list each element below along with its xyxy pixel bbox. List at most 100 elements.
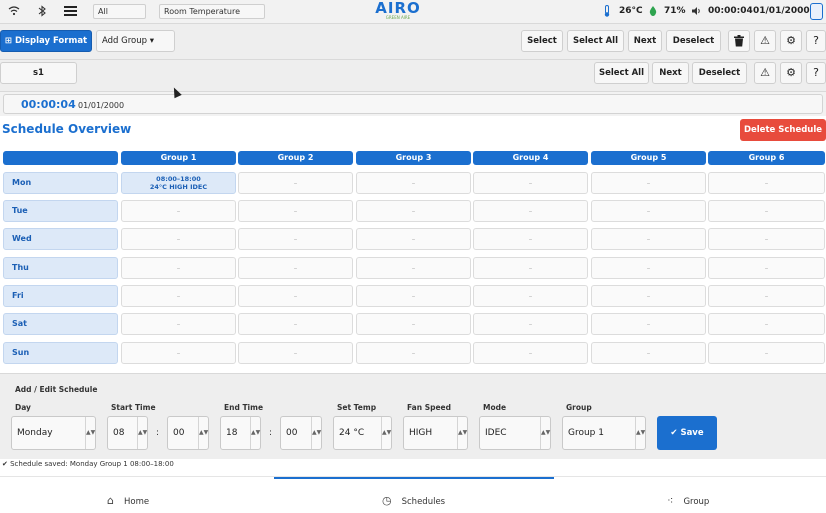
schedule-slot[interactable]: –: [473, 342, 588, 364]
end-time-label: End Time: [224, 403, 264, 412]
group-column-header: Group 3: [356, 151, 471, 165]
day-row-label: Mon: [3, 172, 118, 194]
schedule-slot[interactable]: –: [591, 313, 706, 335]
menu-icon[interactable]: [64, 5, 77, 19]
schedule-slot[interactable]: –: [356, 257, 471, 279]
schedule-slot[interactable]: –: [708, 342, 825, 364]
fan-speed-label: Fan Speed: [407, 403, 452, 412]
schedule-slot[interactable]: –: [238, 172, 353, 194]
grid-icon: ⊞: [4, 36, 15, 46]
schedule-slot[interactable]: –: [473, 200, 588, 222]
schedule-slot[interactable]: –: [121, 313, 236, 335]
schedule-slot[interactable]: –: [708, 313, 825, 335]
schedule-slot[interactable]: –: [238, 313, 353, 335]
deselect-button[interactable]: Deselect: [666, 30, 721, 52]
schedule-slot[interactable]: –: [121, 228, 236, 250]
mode-select[interactable]: IDEC ▲▼: [479, 416, 551, 450]
status-message: ✔ Schedule saved: Monday Group 1 08:00–1…: [2, 460, 174, 468]
trash-icon[interactable]: [728, 30, 750, 52]
end-minute-select[interactable]: 00 ▲▼: [280, 416, 322, 450]
sensor-select[interactable]: Room Temperature: [159, 4, 265, 19]
schedule-slot[interactable]: –: [708, 228, 825, 250]
schedule-slot[interactable]: –: [708, 200, 825, 222]
gear-icon-2[interactable]: ⚙: [780, 62, 802, 84]
schedule-slot[interactable]: –: [591, 342, 706, 364]
slot-detail: 24°C HIGH IDEC: [149, 183, 208, 191]
schedule-slot[interactable]: –: [356, 342, 471, 364]
start-minute-select[interactable]: 00 ▲▼: [167, 416, 209, 450]
schedule-slot[interactable]: –: [591, 285, 706, 307]
select-all-button-2[interactable]: Select All: [594, 62, 649, 84]
schedule-slot[interactable]: –: [473, 257, 588, 279]
fan-speed-select[interactable]: HIGH ▲▼: [403, 416, 468, 450]
schedule-slot[interactable]: –: [121, 285, 236, 307]
end-hour-select[interactable]: 18 ▲▼: [220, 416, 261, 450]
schedule-slot[interactable]: –: [356, 313, 471, 335]
display-format-button[interactable]: ⊞ Display Format: [0, 30, 92, 52]
schedule-slot[interactable]: –: [708, 257, 825, 279]
schedule-slot[interactable]: –: [121, 342, 236, 364]
schedule-slot[interactable]: –: [356, 200, 471, 222]
schedule-slot[interactable]: –: [356, 228, 471, 250]
clock-display: 00:00:04 01/01/2000: [3, 94, 823, 114]
clock-time: 00:00:04: [708, 6, 753, 16]
schedule-slot[interactable]: –: [356, 172, 471, 194]
schedule-slot[interactable]: –: [356, 285, 471, 307]
next-button-2[interactable]: Next: [652, 62, 689, 84]
wifi-icon[interactable]: [8, 5, 20, 19]
day-select[interactable]: Monday ▲▼: [11, 416, 96, 450]
nav-schedules[interactable]: ◷ Schedules: [382, 477, 445, 513]
volume-icon[interactable]: [692, 6, 702, 18]
add-group-dropdown[interactable]: Add Group ▾: [96, 30, 175, 52]
tab-s1[interactable]: s1: [0, 62, 77, 84]
schedule-slot[interactable]: –: [121, 257, 236, 279]
bottom-nav: ⌂ Home ◷ Schedules ⁖ Group: [0, 476, 826, 513]
schedule-slot[interactable]: –: [121, 200, 236, 222]
nav-home[interactable]: ⌂ Home: [107, 477, 149, 513]
delete-schedule-button[interactable]: Delete Schedule: [740, 119, 826, 141]
clock-icon: ◷: [382, 494, 392, 507]
schedule-slot[interactable]: –: [708, 172, 825, 194]
help-button[interactable]: ?: [806, 30, 826, 52]
schedule-slot[interactable]: 08:00–18:00 24°C HIGH IDEC: [121, 172, 236, 194]
schedule-slot[interactable]: –: [591, 257, 706, 279]
day-row-label: Sun: [3, 342, 118, 364]
chevron-down-icon: ▲▼: [198, 417, 208, 449]
schedule-slot[interactable]: –: [473, 228, 588, 250]
schedule-slot[interactable]: –: [473, 285, 588, 307]
schedule-slot[interactable]: –: [238, 228, 353, 250]
schedule-slot[interactable]: –: [708, 285, 825, 307]
schedule-slot[interactable]: –: [591, 172, 706, 194]
chevron-down-icon: ▲▼: [250, 417, 260, 449]
set-temp-select[interactable]: 24 °C ▲▼: [333, 416, 392, 450]
next-button[interactable]: Next: [628, 30, 662, 52]
schedule-slot[interactable]: –: [473, 313, 588, 335]
help-button-2[interactable]: ?: [806, 62, 826, 84]
start-hour-select[interactable]: 08 ▲▼: [107, 416, 148, 450]
select-button[interactable]: Select: [521, 30, 563, 52]
save-button[interactable]: ✔ Save: [657, 416, 717, 450]
bluetooth-icon[interactable]: [37, 5, 47, 19]
schedule-slot[interactable]: –: [473, 172, 588, 194]
schedule-slot[interactable]: –: [591, 228, 706, 250]
schedule-slot[interactable]: –: [238, 342, 353, 364]
nav-group[interactable]: ⁖ Group: [667, 477, 709, 513]
chevron-down-icon: ▲▼: [381, 417, 391, 449]
editor-title: Add / Edit Schedule: [15, 385, 98, 394]
day-row-label: Sat: [3, 313, 118, 335]
schedule-slot[interactable]: –: [238, 200, 353, 222]
group-column-header: Group 5: [591, 151, 706, 165]
deselect-button-2[interactable]: Deselect: [692, 62, 747, 84]
gear-icon[interactable]: ⚙: [780, 30, 802, 52]
panel-toggle-button[interactable]: [810, 3, 823, 20]
schedule-slot[interactable]: –: [591, 200, 706, 222]
schedule-slot[interactable]: –: [238, 285, 353, 307]
temperature-readout: 26°C: [619, 6, 643, 16]
filter-select[interactable]: All: [93, 4, 146, 19]
humidity-readout: 71%: [664, 6, 686, 16]
schedule-slot[interactable]: –: [238, 257, 353, 279]
select-all-button[interactable]: Select All: [567, 30, 624, 52]
group-select[interactable]: Group 1 ▲▼: [562, 416, 646, 450]
warning-icon[interactable]: ⚠: [754, 30, 776, 52]
warning-icon-2[interactable]: ⚠: [754, 62, 776, 84]
